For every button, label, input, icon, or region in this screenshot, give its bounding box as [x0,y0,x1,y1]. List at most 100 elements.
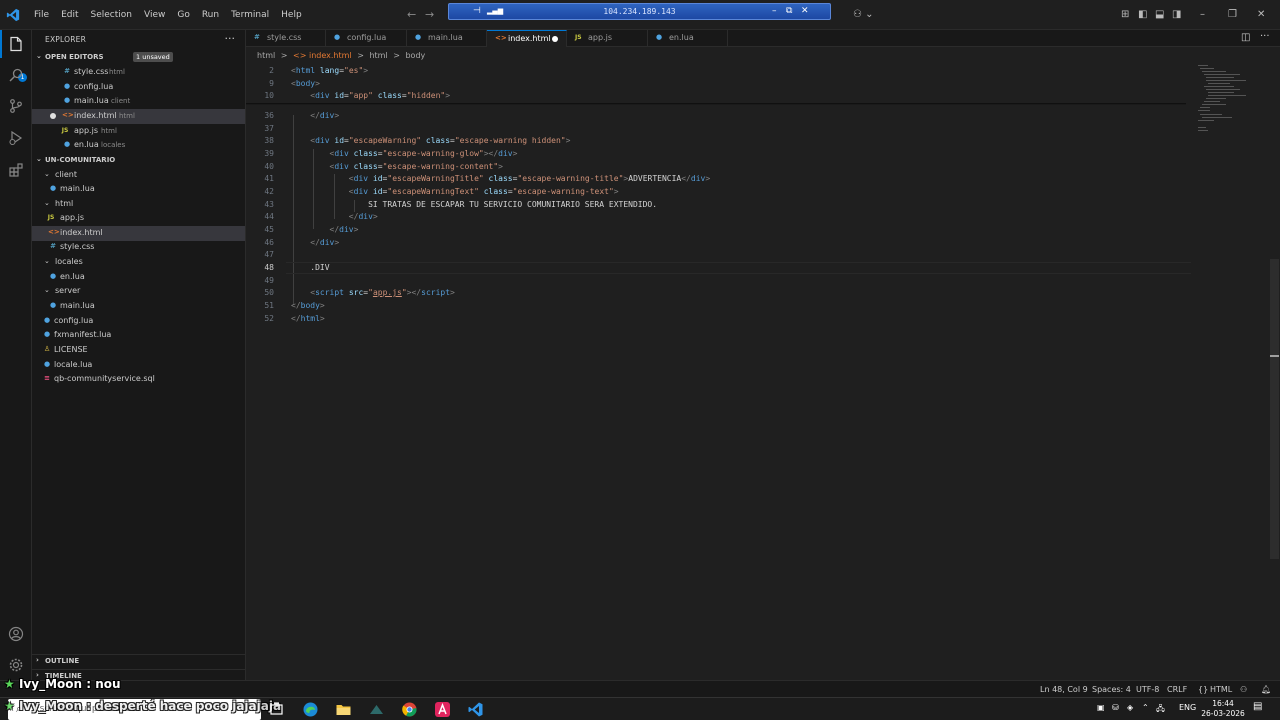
lua-file-icon: ● [43,360,51,368]
current-line-highlight [286,262,1191,274]
tree-folder[interactable]: ⌄ server [32,284,245,299]
tab-main-lua[interactable]: ● main.lua [407,30,487,47]
tree-file[interactable]: ● config.lua [32,314,245,329]
notification-center-icon[interactable]: ▤ [1253,701,1262,712]
forward-arrow-icon[interactable]: → [425,8,434,21]
tree-file[interactable]: ● main.lua [32,299,245,314]
tray-up-chevron-icon[interactable]: ⌃ [1142,703,1149,712]
vertical-scrollbar[interactable] [1270,259,1279,559]
outline-header[interactable]: › OUTLINE [32,654,246,668]
menu-help[interactable]: Help [275,10,308,20]
tree-folder[interactable]: ⌄ locales [32,255,245,270]
task-view-icon[interactable] [268,701,285,718]
open-editor-item-active[interactable]: <> index.html html [32,109,245,124]
breadcrumb-folder[interactable]: html [257,51,275,60]
input-language[interactable]: ENG [1179,703,1196,712]
tree-file[interactable]: # style.css [32,240,245,255]
code-editor[interactable]: 2 9 10 36 37 38 39 40 41 42 43 44 45 46 … [246,63,1280,680]
minimap[interactable] [1194,63,1254,143]
minimize-remote-icon[interactable]: – [772,6,777,16]
copilot-icon[interactable]: ⚇ ⌄ [853,9,874,20]
open-editor-item[interactable]: JS app.js html [32,124,245,139]
unsaved-dot-icon[interactable] [50,113,56,119]
open-editor-item[interactable]: # style.css html [32,65,245,80]
system-clock[interactable]: 16:44 26-03-2026 [1198,699,1248,719]
tab-index-html[interactable]: <> index.html [487,30,567,47]
file-explorer-icon[interactable] [335,701,352,718]
tree-file[interactable]: JS app.js [32,211,245,226]
language-mode[interactable]: HTML [1210,685,1232,694]
tab-style-css[interactable]: # style.css [246,30,326,47]
close-remote-icon[interactable]: ✕ [801,6,809,16]
breadcrumb-file[interactable]: <> index.html [293,51,352,60]
line-number: 51 [264,301,274,310]
open-editor-item[interactable]: ● main.lua client [32,94,245,109]
more-actions-icon[interactable]: ··· [225,32,236,45]
back-arrow-icon[interactable]: ← [407,8,416,21]
edge-browser-icon[interactable] [302,701,319,718]
tree-file[interactable]: ● en.lua [32,270,245,285]
code-line: <html lang="es"> [291,66,369,75]
toggle-sidebar-icon[interactable]: ◧ [1138,9,1147,20]
code-line: <body> [291,79,320,88]
menu-bar: File Edit Selection View Go Run Terminal… [28,0,308,30]
menu-file[interactable]: File [28,10,55,20]
indentation[interactable]: Spaces: 4 [1092,685,1131,694]
cursor-position[interactable]: Ln 48, Col 9 [1040,685,1088,694]
layout-icon[interactable]: ⊞ [1121,9,1129,20]
account-icon[interactable] [8,626,24,642]
menu-run[interactable]: Run [196,10,225,20]
explorer-icon[interactable] [8,36,24,52]
tree-file[interactable]: ♙ LICENSE [32,343,245,358]
tab-en-lua[interactable]: ● en.lua [648,30,728,47]
search-icon[interactable] [8,67,24,83]
app-launcher-icon[interactable] [434,701,451,718]
extensions-icon[interactable] [8,162,24,178]
menu-go[interactable]: Go [171,10,195,20]
open-editor-item[interactable]: ● config.lua [32,80,245,95]
toggle-panel-icon[interactable]: ⬓ [1155,9,1164,20]
run-debug-icon[interactable] [8,130,24,146]
lua-file-icon: ● [656,33,663,41]
js-file-icon: JS [47,214,55,221]
scroll-position-marker [1270,355,1279,357]
settings-gear-icon[interactable] [8,657,24,673]
menu-edit[interactable]: Edit [55,10,84,20]
menu-terminal[interactable]: Terminal [225,10,275,20]
toggle-secondary-sidebar-icon[interactable]: ◨ [1172,9,1181,20]
open-editor-item[interactable]: ● en.lua locales [32,138,245,153]
chrome-browser-icon[interactable] [401,701,418,718]
restore-remote-icon[interactable]: ⧉ [786,6,792,16]
tree-folder[interactable]: ⌄ html [32,197,245,212]
menu-view[interactable]: View [138,10,171,20]
tab-app-js[interactable]: JS app.js [567,30,648,47]
encoding[interactable]: UTF-8 [1136,685,1159,694]
tray-icon[interactable]: ▣ [1097,703,1105,712]
source-control-icon[interactable] [8,98,24,114]
tree-file-active[interactable]: <> index.html [32,226,245,241]
restore-window-icon[interactable]: ❐ [1228,9,1237,20]
tree-file[interactable]: ● fxmanifest.lua [32,328,245,343]
split-editor-icon[interactable]: ◫ [1241,32,1250,43]
notifications-icon[interactable]: 🔔︎ [1261,685,1271,694]
end-of-line[interactable]: CRLF [1167,685,1187,694]
tray-icon[interactable]: ◈ [1127,703,1133,712]
terminal-app-icon[interactable] [368,701,385,718]
menu-selection[interactable]: Selection [85,10,138,20]
tree-file[interactable]: ● locale.lua [32,358,245,373]
tree-folder[interactable]: ⌄ client [32,168,245,183]
tree-file[interactable]: ≡ qb-communityservice.sql [32,372,245,387]
tab-config-lua[interactable]: ● config.lua [326,30,407,47]
breadcrumb-html[interactable]: html [369,51,387,60]
copilot-status-icon[interactable]: ⚇ [1240,685,1247,694]
tree-file[interactable]: ● main.lua [32,182,245,197]
tray-icon[interactable]: ⛁ [1112,703,1119,712]
vscode-taskbar-icon[interactable] [467,701,484,718]
editor-more-actions-icon[interactable]: ··· [1260,31,1270,42]
project-folder-header[interactable]: ⌄ UN-COMUNITARIO [32,154,246,168]
breadcrumb-body[interactable]: body [405,51,425,60]
minimize-window-icon[interactable]: – [1200,9,1205,20]
network-icon[interactable]: 🖧︎ [1156,703,1165,717]
close-window-icon[interactable]: ✕ [1257,9,1265,20]
unsaved-dot-icon[interactable] [552,36,558,42]
